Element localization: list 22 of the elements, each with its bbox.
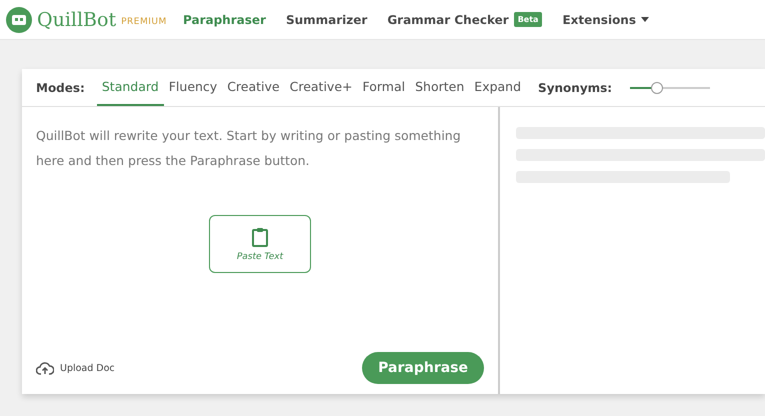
premium-label: PREMIUM bbox=[121, 17, 167, 27]
cloud-upload-icon bbox=[36, 362, 54, 374]
mode-tab[interactable]: Standard bbox=[96, 69, 164, 106]
nav-link[interactable]: Summarizer bbox=[286, 12, 368, 26]
mode-tab[interactable]: Shorten bbox=[410, 69, 470, 106]
paste-text-button[interactable]: Paste Text bbox=[209, 215, 311, 273]
slider-thumb[interactable] bbox=[650, 82, 662, 94]
nav-link[interactable]: Grammar Checker Beta bbox=[387, 12, 542, 27]
brand-name: QuillBot bbox=[37, 8, 116, 30]
clipboard-icon bbox=[252, 226, 268, 246]
modes-label: Modes: bbox=[36, 80, 85, 96]
mode-tab[interactable]: Creative bbox=[222, 69, 285, 106]
robot-logo-icon bbox=[6, 6, 32, 32]
mode-tab[interactable]: Fluency bbox=[164, 69, 222, 106]
mode-tab[interactable]: Creative+ bbox=[284, 69, 358, 106]
mode-tab[interactable]: Formal bbox=[358, 69, 410, 106]
mode-tab[interactable]: Expand bbox=[469, 69, 526, 106]
nav-link[interactable]: Extensions bbox=[562, 12, 649, 26]
nav-link[interactable]: Paraphraser bbox=[183, 12, 266, 26]
synonyms-label: Synonyms: bbox=[538, 80, 612, 94]
upload-doc-button[interactable]: Upload Doc bbox=[36, 362, 115, 374]
beta-badge: Beta bbox=[514, 12, 542, 27]
